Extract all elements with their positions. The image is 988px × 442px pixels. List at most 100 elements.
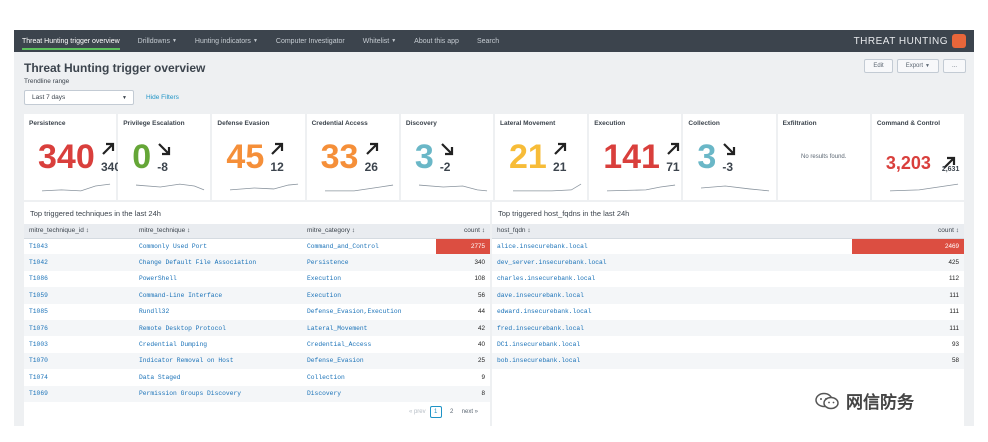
category-cell[interactable]: Persistence — [302, 254, 436, 271]
column-header[interactable]: host_fqdn ↕ — [492, 224, 852, 239]
technique-cell[interactable]: Command-Line Interface — [134, 287, 302, 304]
sparkline — [607, 184, 676, 192]
host-cell[interactable]: charles.insecurebank.local — [492, 271, 852, 287]
nav-item-search[interactable]: Search — [477, 30, 499, 52]
technique-cell[interactable]: Credential Dumping — [134, 336, 302, 352]
host-cell[interactable]: edward.insecurebank.local — [492, 304, 852, 320]
next-page-button[interactable]: next » — [462, 409, 478, 415]
table-row[interactable]: dave.insecurebank.local 111 — [492, 287, 964, 304]
technique-cell[interactable]: Remote Desktop Protocol — [134, 319, 302, 337]
tile-exfiltration[interactable]: Exfiltration No results found. — [777, 114, 870, 200]
technique-cell[interactable]: Commonly Used Port — [134, 238, 302, 254]
host-cell[interactable]: fred.insecurebank.local — [492, 319, 852, 337]
table-row[interactable]: T1059 Command-Line Interface Execution 56 — [24, 287, 490, 304]
table-row[interactable]: T1086 PowerShell Execution 108 — [24, 271, 490, 287]
hide-filters-link[interactable]: Hide Filters — [146, 94, 179, 101]
tile-privilege-escalation[interactable]: Privilege Escalation 0 -8 — [118, 114, 211, 200]
export-button[interactable]: Export ▼ — [896, 59, 939, 73]
nav-item-threat-hunting-trigger-overview[interactable]: Threat Hunting trigger overview — [22, 30, 120, 52]
technique-id-cell[interactable]: T1003 — [24, 336, 134, 352]
technique-id-cell[interactable]: T1070 — [24, 352, 134, 370]
sparkline — [513, 183, 582, 192]
tile-defense-evasion[interactable]: Defense Evasion 45 12 — [212, 114, 305, 200]
brand-name: THREAT HUNTING — [853, 35, 948, 47]
table-row[interactable]: charles.insecurebank.local 112 — [492, 271, 964, 287]
table-row[interactable]: bob.insecurebank.local 58 — [492, 352, 964, 370]
table-row[interactable]: dev_server.insecurebank.local 425 — [492, 254, 964, 271]
technique-cell[interactable]: Change Default File Association — [134, 254, 302, 271]
category-cell[interactable]: Credential_Access — [302, 336, 436, 352]
nav-item-whitelist[interactable]: Whitelist ▼ — [363, 30, 396, 52]
table-row[interactable]: T1043 Commonly Used Port Command_and_Contr… — [24, 238, 490, 255]
technique-id-cell[interactable]: T1074 — [24, 369, 134, 385]
tile-value: 141 — [603, 138, 660, 176]
tile-credential-access[interactable]: Credential Access 33 26 — [306, 114, 399, 200]
tile-value: 0 — [132, 138, 152, 176]
category-cell[interactable]: Collection — [302, 369, 436, 385]
category-cell[interactable]: Command_and_Control — [302, 238, 436, 254]
category-cell[interactable]: Execution — [302, 287, 436, 304]
column-header[interactable]: mitre_category ↕ — [302, 224, 436, 239]
page-1-button[interactable]: 1 — [429, 406, 442, 418]
column-header[interactable]: count ↕ — [852, 224, 964, 239]
technique-cell[interactable]: Rundll32 — [134, 304, 302, 320]
table-row[interactable]: DC1.insecurebank.local 93 — [492, 336, 964, 352]
table-row[interactable]: T1074 Data Staged Collection 9 — [24, 369, 490, 385]
more-button[interactable]: ... — [942, 59, 966, 73]
tile-value: 3,203 — [885, 153, 931, 173]
edit-button[interactable]: Edit — [864, 59, 893, 73]
tile-lateral-movement[interactable]: Lateral Movement 21 21 — [495, 114, 588, 200]
tile-collection[interactable]: Collection 3 -3 — [683, 114, 776, 200]
category-cell[interactable]: Lateral_Movement — [302, 319, 436, 337]
table-row[interactable]: T1085 Rundll32 Defense_Evasion,Execution 44 — [24, 304, 490, 320]
pagination: « prev 1 2 next » — [409, 406, 478, 418]
host-cell[interactable]: DC1.insecurebank.local — [492, 336, 852, 352]
technique-id-cell[interactable]: T1042 — [24, 254, 134, 271]
technique-id-cell[interactable]: T1085 — [24, 304, 134, 320]
trendline-range-dropdown[interactable]: Last 7 days ▼ — [24, 90, 134, 105]
tile-execution[interactable]: Execution 141 71 — [589, 114, 682, 200]
techniques-panel: Top triggered techniques in the last 24h… — [24, 202, 490, 426]
host-cell[interactable]: dev_server.insecurebank.local — [492, 254, 852, 271]
page-2-button[interactable]: 2 — [446, 406, 458, 418]
tile-discovery[interactable]: Discovery 3 -2 — [400, 114, 494, 200]
technique-cell[interactable]: Data Staged — [134, 369, 302, 385]
table-row[interactable]: T1003 Credential Dumping Credential_Access… — [24, 336, 490, 352]
nav-item-about-this-app[interactable]: About this app — [414, 30, 459, 52]
category-cell[interactable]: Discovery — [302, 385, 436, 402]
category-cell[interactable]: Execution — [302, 271, 436, 287]
host-cell[interactable]: dave.insecurebank.local — [492, 287, 852, 304]
technique-id-cell[interactable]: T1069 — [24, 385, 134, 402]
technique-id-cell[interactable]: T1043 — [24, 238, 134, 254]
table-row[interactable]: T1070 Indicator Removal on Host Defense_Ev… — [24, 352, 490, 370]
tile-persistence[interactable]: Persistence 340 340 — [24, 114, 121, 200]
nav-item-computer-investigator[interactable]: Computer Investigator — [276, 30, 345, 52]
table-row[interactable]: alice.insecurebank.local 2469 — [492, 238, 964, 255]
table-row[interactable]: T1076 Remote Desktop Protocol Lateral_Move… — [24, 319, 490, 337]
nav-item-hunting-indicators[interactable]: Hunting indicators ▼ — [195, 30, 258, 52]
technique-cell[interactable]: Permission Groups Discovery — [134, 385, 302, 402]
prev-page-button[interactable]: « prev — [409, 409, 426, 415]
table-row[interactable]: T1069 Permission Groups Discovery Discover… — [24, 385, 490, 402]
column-header[interactable]: mitre_technique_id ↕ — [24, 224, 134, 239]
count-cell: 425 — [852, 254, 964, 271]
technique-id-cell[interactable]: T1059 — [24, 287, 134, 304]
table-row[interactable]: edward.insecurebank.local 111 — [492, 304, 964, 320]
technique-cell[interactable]: PowerShell — [134, 271, 302, 287]
column-header[interactable]: mitre_technique ↕ — [134, 224, 302, 239]
technique-id-cell[interactable]: T1076 — [24, 319, 134, 337]
table-row[interactable]: fred.insecurebank.local 111 — [492, 319, 964, 337]
table-row[interactable]: T1042 Change Default File Association Pers… — [24, 254, 490, 271]
nav-item-label: Threat Hunting trigger overview — [22, 37, 120, 45]
column-header[interactable]: count ↕ — [436, 224, 490, 239]
host-cell[interactable]: bob.insecurebank.local — [492, 352, 852, 370]
host-cell[interactable]: alice.insecurebank.local — [492, 238, 852, 254]
tile-delta: -8 — [157, 160, 168, 174]
chevron-down-icon: ▼ — [391, 38, 397, 44]
category-cell[interactable]: Defense_Evasion — [302, 352, 436, 370]
nav-item-drilldowns[interactable]: Drilldowns ▼ — [138, 30, 177, 52]
technique-cell[interactable]: Indicator Removal on Host — [134, 352, 302, 370]
category-cell[interactable]: Defense_Evasion,Execution — [302, 304, 436, 320]
technique-id-cell[interactable]: T1086 — [24, 271, 134, 287]
tile-command-control[interactable]: Command & Control 3,203 2,631 — [871, 114, 965, 200]
